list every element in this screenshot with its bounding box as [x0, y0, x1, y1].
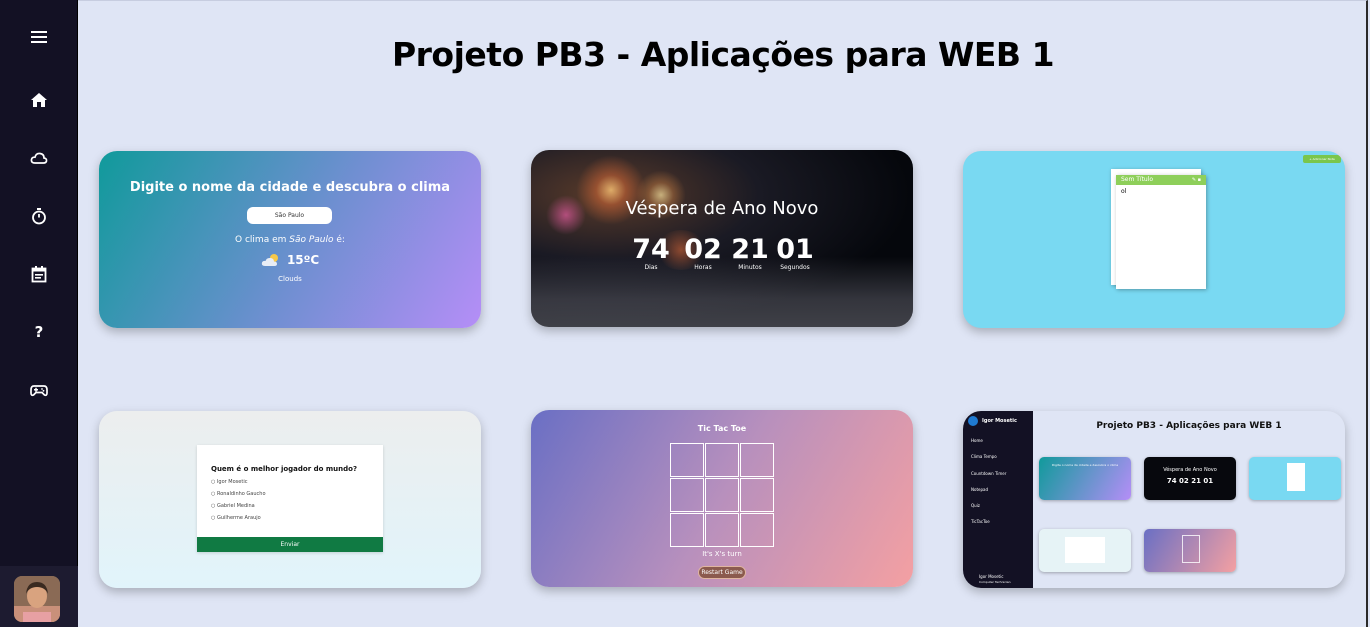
preview-menu-item: Home [971, 438, 983, 443]
preview-user-footer: Igor Mosetic [979, 574, 1004, 579]
quiz-submit-button[interactable]: Enviar [197, 537, 383, 552]
preview-user-role: Computer Technician [979, 580, 1011, 584]
preview-countdown-heading: Véspera de Ano Novo [1163, 467, 1217, 473]
countdown-days-label: Dias [644, 264, 658, 271]
preview-menu-item: Countdown Timer [971, 471, 1007, 476]
calendar-icon[interactable] [24, 259, 54, 289]
notes-app-card[interactable]: + Adicionar Nota Sem Título ✎ ▪ ol [963, 151, 1345, 328]
quiz-app-card[interactable]: Quem é o melhor jogador do mundo? ○ Igor… [99, 411, 481, 588]
weather-heading: Digite o nome da cidade e descubra o cli… [129, 180, 451, 195]
quiz-option[interactable]: ○ Gabriel Medina [211, 503, 255, 509]
board-cell[interactable] [705, 443, 739, 477]
board-cell[interactable] [740, 513, 774, 547]
quiz-option-label: Guilherme Araujo [216, 515, 261, 521]
cloud-icon[interactable] [24, 143, 54, 173]
board-cell[interactable] [670, 513, 704, 547]
preview-menu-item: Clima Tempo [971, 454, 997, 459]
preview-menu-item: Quiz [971, 503, 980, 508]
board-cell[interactable] [670, 478, 704, 512]
weather-app-card[interactable]: Digite o nome da cidade e descubra o cli… [99, 151, 481, 328]
board-cell[interactable] [705, 513, 739, 547]
preview-notes-thumb [1249, 457, 1341, 500]
main-content: Projeto PB3 - Aplicações para WEB 1 Digi… [78, 0, 1368, 627]
countdown-seconds-value: 01 [776, 234, 814, 265]
preview-menu-item: TicTacToe [971, 519, 990, 524]
add-note-button[interactable]: + Adicionar Nota [1303, 155, 1341, 163]
weather-result-line: O clima em São Paulo é: [99, 235, 481, 245]
city-input[interactable]: São Paulo [247, 207, 332, 224]
countdown-heading: Véspera de Ano Novo [625, 198, 819, 219]
temperature-value: 15ºC [286, 253, 320, 267]
quiz-option[interactable]: ○ Guilherme Araujo [211, 515, 261, 521]
board-cell[interactable] [705, 478, 739, 512]
preview-weather-heading: Digite o nome da cidade e descubra o cli… [1051, 463, 1119, 467]
note[interactable]: Sem Título ✎ ▪ ol [1116, 175, 1206, 289]
quiz-box: Quem é o melhor jogador do mundo? ○ Igor… [197, 445, 383, 552]
page-title: Projeto PB3 - Aplicações para WEB 1 [391, 35, 1055, 74]
countdown-seconds-label: Segundos [780, 264, 810, 271]
preview-sidebar: Igor Mosetic Home Clima Tempo Countdown … [963, 411, 1033, 588]
preview-title: Projeto PB3 - Aplicações para WEB 1 [1096, 421, 1282, 431]
preview-logo-icon [968, 416, 978, 426]
countdown-app-card[interactable]: Véspera de Ano Novo 74 Dias 02 Horas 21 … [531, 150, 913, 327]
tictactoe-title: Tic Tac Toe [697, 424, 747, 433]
quiz-option[interactable]: ○ Ronaldinho Gaucho [211, 491, 266, 497]
gamepad-icon[interactable] [24, 375, 54, 405]
weather-city: São Paulo [289, 235, 334, 245]
quiz-option-label: Gabriel Medina [216, 503, 255, 509]
note-header: Sem Título ✎ ▪ [1116, 175, 1206, 185]
quiz-option[interactable]: ○ Igor Mosetic [211, 479, 247, 485]
tictactoe-board [670, 443, 774, 547]
weather-line-prefix: O clima em [235, 235, 287, 245]
preview-user-name: Igor Mosetic [982, 418, 1017, 424]
note-text[interactable]: ol [1116, 185, 1206, 198]
preview-quiz-box [1065, 537, 1105, 563]
board-cell[interactable] [740, 443, 774, 477]
weather-line-suffix: é: [336, 235, 345, 245]
cloud-sun-icon [261, 254, 278, 266]
tictactoe-app-card[interactable]: Tic Tac Toe It's X's turn Restart Game [531, 410, 913, 587]
menu-icon[interactable] [24, 22, 54, 52]
restart-game-button[interactable]: Restart Game [698, 566, 746, 579]
preview-countdown-values: 74 02 21 01 [1166, 477, 1214, 485]
note-actions-icon[interactable]: ✎ ▪ [1192, 175, 1201, 185]
preview-countdown-thumb: Véspera de Ano Novo 74 02 21 01 [1144, 457, 1236, 500]
quiz-option-label: Igor Mosetic [216, 479, 248, 485]
weather-description: Clouds [278, 275, 302, 283]
preview-menu-item: Notepad [971, 487, 988, 492]
preview-tictactoe-thumb [1144, 529, 1236, 572]
question-icon[interactable]: ? [24, 317, 54, 347]
board-cell[interactable] [670, 443, 704, 477]
weather-temperature: 15ºC [99, 253, 481, 267]
avatar[interactable] [14, 576, 60, 622]
countdown-days-value: 74 [632, 234, 670, 265]
preview-weather-thumb: Digite o nome da cidade e descubra o cli… [1039, 457, 1131, 500]
sidebar: ? [0, 0, 78, 627]
preview-quiz-thumb [1039, 529, 1131, 572]
preview-board [1182, 535, 1200, 563]
site-preview-card[interactable]: Igor Mosetic Home Clima Tempo Countdown … [963, 411, 1345, 588]
quiz-option-label: Ronaldinho Gaucho [216, 491, 266, 497]
preview-note [1287, 463, 1305, 491]
board-cell[interactable] [740, 478, 774, 512]
turn-status: It's X's turn [702, 550, 742, 558]
quiz-question: Quem é o melhor jogador do mundo? [211, 465, 358, 473]
note-title: Sem Título [1121, 176, 1154, 183]
home-icon[interactable] [24, 85, 54, 115]
stopwatch-icon[interactable] [24, 201, 54, 231]
